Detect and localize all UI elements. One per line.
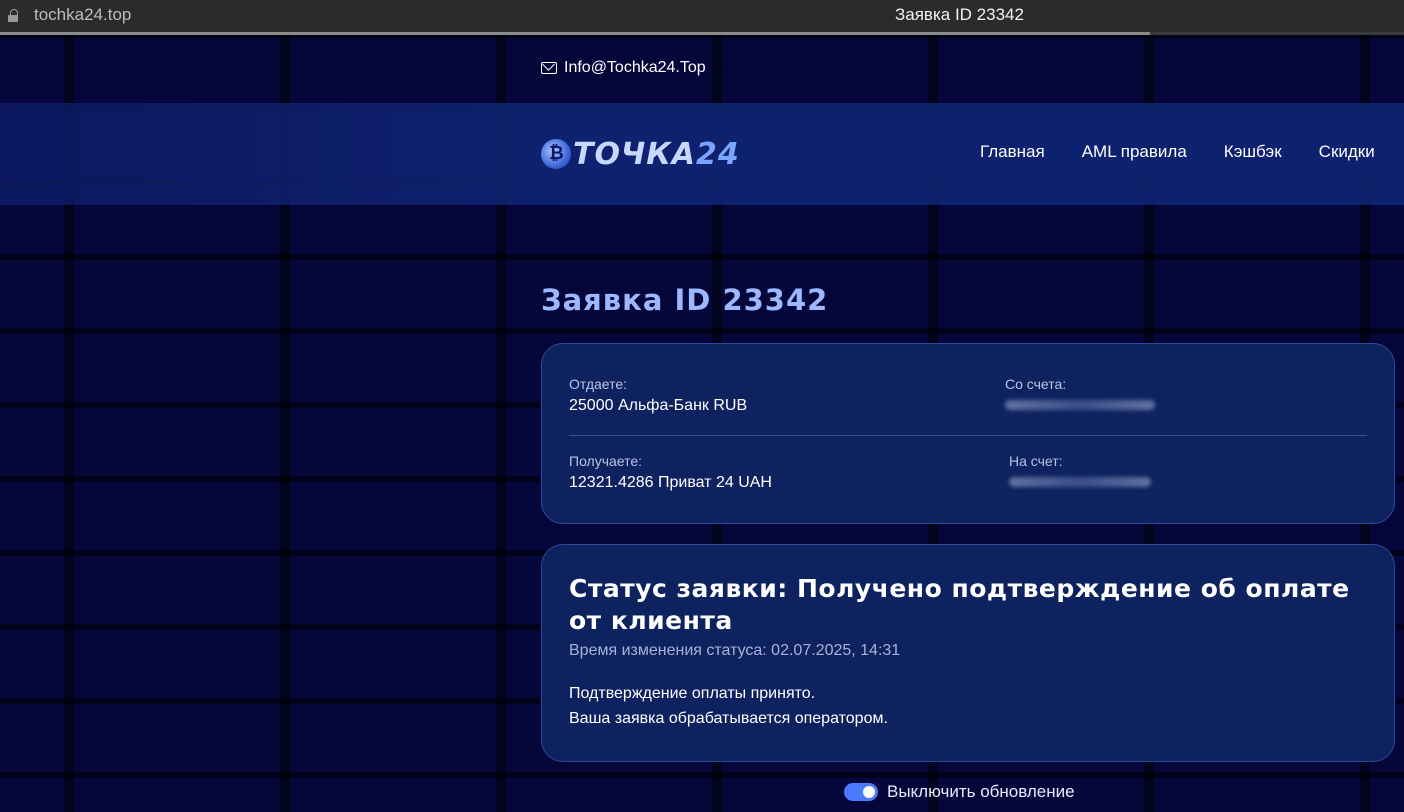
status-message-line-2: Ваша заявка обрабатывается оператором. <box>569 710 888 727</box>
site-logo[interactable]: ТОЧКА24 <box>541 136 740 172</box>
auto-refresh-toggle[interactable] <box>844 783 878 801</box>
status-title: Статус заявки: Получено подтверждение об… <box>569 574 1350 635</box>
status-change-time: Время изменения статуса: 02.07.2025, 14:… <box>569 642 901 659</box>
nav-item-discounts[interactable]: Скидки <box>1319 142 1375 162</box>
give-value: 25000 Альфа-Банк RUB <box>569 397 748 414</box>
address-bar-url[interactable]: tochka24.top <box>34 5 131 25</box>
to-account-label: На счет: <box>1009 453 1063 469</box>
from-account-label: Со счета: <box>1005 376 1067 392</box>
logo-text: ТОЧКА24 <box>573 136 740 172</box>
auto-refresh-control: Выключить обновление <box>844 782 1075 802</box>
status-message-line-1: Подтверждение оплаты принято. <box>569 685 816 702</box>
browser-bar: tochka24.top Заявка ID 23342 <box>0 0 1404 35</box>
receive-label: Получаете: <box>569 453 643 469</box>
order-status-card: Статус заявки: Получено подтверждение об… <box>541 544 1395 762</box>
mail-icon <box>541 62 557 74</box>
nav-item-home[interactable]: Главная <box>980 142 1045 162</box>
order-details-card: Отдаете: 25000 Альфа-Банк RUB Со счета: … <box>541 343 1395 524</box>
from-account-value-hidden <box>1005 400 1155 410</box>
email-link[interactable]: Info@Tochka24.Top <box>564 59 706 77</box>
nav-item-aml-rules[interactable]: AML правила <box>1082 142 1187 162</box>
coin-icon <box>541 139 571 169</box>
page-tab-title: Заявка ID 23342 <box>895 5 1024 24</box>
give-label: Отдаете: <box>569 376 628 392</box>
auto-refresh-label: Выключить обновление <box>887 782 1075 801</box>
page-title: Заявка ID 23342 <box>541 283 829 317</box>
main-nav: Главная AML правила Кэшбэк Скидки <box>980 142 1375 162</box>
contact-email[interactable]: Info@Tochka24.Top <box>541 58 706 78</box>
divider <box>569 435 1367 436</box>
lock-icon[interactable] <box>8 9 18 22</box>
loading-progress-line <box>0 32 1150 35</box>
receive-value: 12321.4286 Приват 24 UAH <box>569 474 772 491</box>
to-account-value-hidden <box>1009 477 1151 487</box>
nav-item-cashback[interactable]: Кэшбэк <box>1224 142 1282 162</box>
